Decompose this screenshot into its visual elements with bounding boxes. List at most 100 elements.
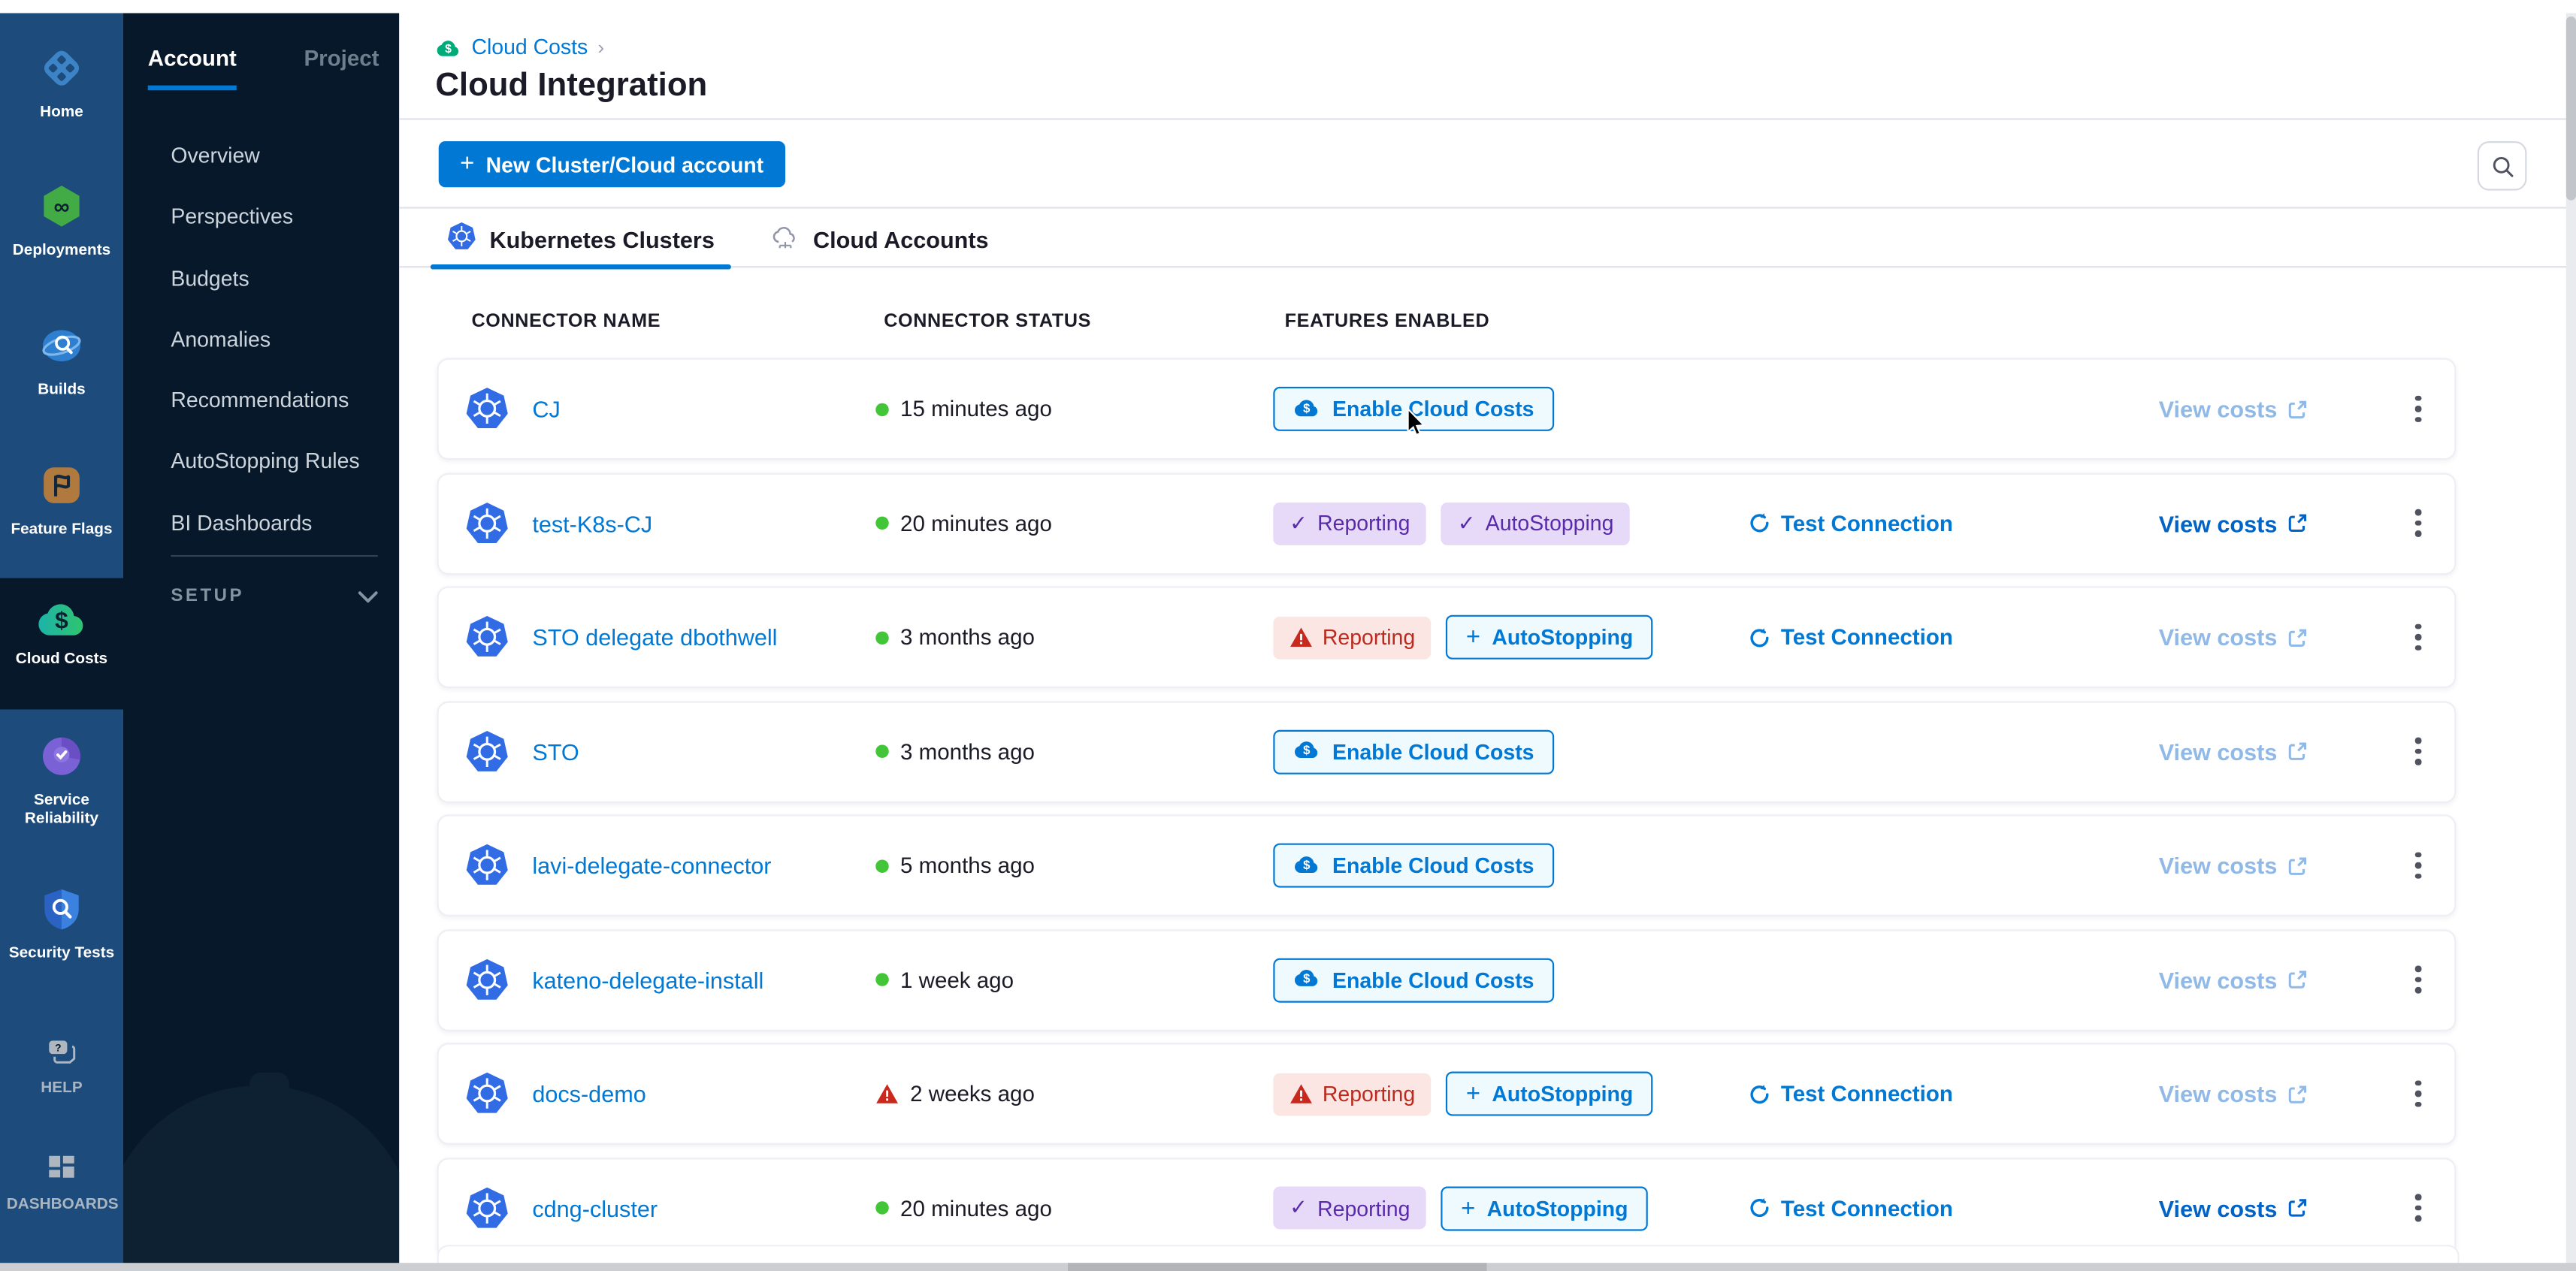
sidebar-item-home[interactable]: Home <box>0 46 123 122</box>
kubernetes-icon <box>465 1185 509 1230</box>
status-ok-dot <box>875 973 888 986</box>
row-menu-button[interactable] <box>2400 1069 2436 1119</box>
tab-kubernetes-clusters[interactable]: Kubernetes Clusters <box>431 213 731 264</box>
connector-name-link[interactable]: STO delegate dbothwell <box>532 624 777 651</box>
connector-name-link[interactable]: test-K8s-CJ <box>532 510 652 536</box>
add-autostopping-button[interactable]: +AutoStopping <box>1447 615 1653 660</box>
chevron-down-icon <box>358 590 378 602</box>
row-menu-button[interactable] <box>2400 1183 2436 1233</box>
plus-icon: + <box>1466 623 1480 651</box>
row-menu-button[interactable] <box>2400 726 2436 776</box>
new-cluster-button[interactable]: + New Cluster/Cloud account <box>439 141 785 187</box>
sidebar-item-service-reliability[interactable]: Service Reliability <box>0 734 123 828</box>
sidebar-item-security-tests[interactable]: Security Tests <box>0 887 123 963</box>
connector-tabs: Kubernetes Clusters Cloud Accounts <box>431 213 1005 264</box>
divider <box>399 118 2576 119</box>
nav-item-bi-dashboards[interactable]: BI Dashboards <box>123 492 399 554</box>
svg-text:$: $ <box>1303 971 1311 986</box>
feature-badge-reporting-error: Reporting <box>1273 616 1432 659</box>
breadcrumb-link[interactable]: Cloud Costs <box>471 35 588 59</box>
tab-cloud-accounts[interactable]: Cloud Accounts <box>754 213 1005 264</box>
row-menu-button[interactable] <box>2400 612 2436 662</box>
vertical-scrollbar[interactable] <box>2566 13 2576 1271</box>
status-ok-dot <box>875 631 888 644</box>
help-icon: ? <box>46 1038 77 1074</box>
table-row: lavi-delegate-connector 5 months ago $Enab… <box>437 814 2457 916</box>
nav-item-overview[interactable]: Overview <box>123 125 399 186</box>
nav-item-budgets[interactable]: Budgets <box>123 247 399 309</box>
view-costs-link[interactable]: View costs <box>2159 396 2308 422</box>
connector-name-link[interactable]: lavi-delegate-connector <box>532 853 771 879</box>
enable-cloud-costs-button[interactable]: $Enable Cloud Costs <box>1273 958 1553 1002</box>
nav-item-autostopping-rules[interactable]: AutoStopping Rules <box>123 431 399 493</box>
tab-project[interactable]: Project <box>304 46 379 90</box>
connector-status: 3 months ago <box>875 739 1035 764</box>
connector-name-link[interactable]: STO <box>532 738 579 765</box>
sidebar-item-deployments[interactable]: ∞Deployments <box>0 184 123 260</box>
add-autostopping-button[interactable]: +AutoStopping <box>1441 1185 1648 1230</box>
features-enabled: Reporting +AutoStopping <box>1273 615 1652 660</box>
view-costs-link[interactable]: View costs <box>2159 738 2308 765</box>
connector-name-link[interactable]: kateno-delegate-install <box>532 967 763 993</box>
test-connection-link[interactable]: Test Connection <box>1748 511 1953 536</box>
builds-icon <box>39 324 83 376</box>
svg-text:$: $ <box>1303 743 1311 757</box>
sidebar-item-cloud-costs[interactable]: $Cloud Costs <box>0 578 123 710</box>
nav-item-perspectives[interactable]: Perspectives <box>123 186 399 248</box>
enable-cloud-costs-button[interactable]: $Enable Cloud Costs <box>1273 729 1553 774</box>
search-button[interactable] <box>2478 141 2527 191</box>
horizontal-scrollbar-thumb[interactable] <box>1068 1263 1486 1271</box>
enable-cloud-costs-button[interactable]: $Enable Cloud Costs <box>1273 844 1553 888</box>
horizontal-scrollbar[interactable] <box>0 1263 2576 1271</box>
features-enabled: ✓Reporting✓AutoStopping <box>1273 502 1630 545</box>
svg-text:∞: ∞ <box>53 195 69 219</box>
row-menu-button[interactable] <box>2400 955 2436 1004</box>
row-menu-button[interactable] <box>2400 841 2436 890</box>
check-icon: ✓ <box>1290 510 1308 536</box>
connector-status: 5 months ago <box>875 853 1035 878</box>
nav-item-recommendations[interactable]: Recommendations <box>123 370 399 431</box>
sidebar-item-dashboards[interactable]: DASHBOARDS <box>0 1155 123 1214</box>
view-costs-link[interactable]: View costs <box>2159 510 2308 536</box>
sidebar-item-builds[interactable]: Builds <box>0 324 123 400</box>
plus-icon: + <box>460 149 474 177</box>
table-row: docs-demo2 weeks agoReporting+AutoStoppi… <box>437 1043 2457 1145</box>
feature-badge-reporting: ✓Reporting <box>1273 502 1426 545</box>
row-menu-button[interactable] <box>2400 499 2436 548</box>
table-row: kateno-delegate-install1 week ago$Enable… <box>437 928 2457 1031</box>
connector-name-link[interactable]: CJ <box>532 396 560 422</box>
test-connection-link[interactable]: Test Connection <box>1748 1196 1953 1221</box>
view-costs-link[interactable]: View costs <box>2159 967 2308 993</box>
sidebar-item-label: Builds <box>0 381 123 399</box>
view-costs-link[interactable]: View costs <box>2159 624 2308 651</box>
kubernetes-icon <box>465 615 509 660</box>
app-window: Home∞DeploymentsBuildsFeature Flags$Clou… <box>0 0 2576 1271</box>
test-connection-link[interactable]: Test Connection <box>1748 1082 1953 1106</box>
search-icon <box>2490 153 2514 178</box>
tab-account[interactable]: Account <box>148 46 237 90</box>
sidebar-item-label: Security Tests <box>0 944 123 962</box>
sidebar-item-label: DASHBOARDS <box>0 1196 123 1214</box>
view-costs-link[interactable]: View costs <box>2159 1194 2308 1221</box>
view-costs-link[interactable]: View costs <box>2159 1081 2308 1107</box>
external-link-icon <box>2287 969 2308 990</box>
sidebar-item-feature-flags[interactable]: Feature Flags <box>0 463 123 539</box>
plus-icon: + <box>1466 1079 1480 1107</box>
features-enabled: $Enable Cloud Costs <box>1273 958 1553 1002</box>
vertical-scrollbar-thumb[interactable] <box>2566 17 2576 201</box>
kubernetes-icon <box>465 958 509 1002</box>
nav-item-anomalies[interactable]: Anomalies <box>123 309 399 370</box>
column-header: CONNECTOR STATUS <box>884 312 1091 331</box>
connector-name-link[interactable]: docs-demo <box>532 1081 646 1107</box>
svg-text:$: $ <box>445 42 452 55</box>
sidebar-item-help[interactable]: ?HELP <box>0 1038 123 1097</box>
divider <box>399 207 2576 208</box>
view-costs-link[interactable]: View costs <box>2159 853 2308 879</box>
add-autostopping-button[interactable]: +AutoStopping <box>1447 1072 1653 1116</box>
cluster-rows: CJ15 minutes ago$Enable Cloud CostsView … <box>437 358 2457 1271</box>
setup-section-toggle[interactable]: SETUP <box>171 586 377 605</box>
row-menu-button[interactable] <box>2400 385 2436 434</box>
svg-text:$: $ <box>55 607 68 634</box>
test-connection-link[interactable]: Test Connection <box>1748 625 1953 650</box>
connector-name-link[interactable]: cdng-cluster <box>532 1194 658 1221</box>
